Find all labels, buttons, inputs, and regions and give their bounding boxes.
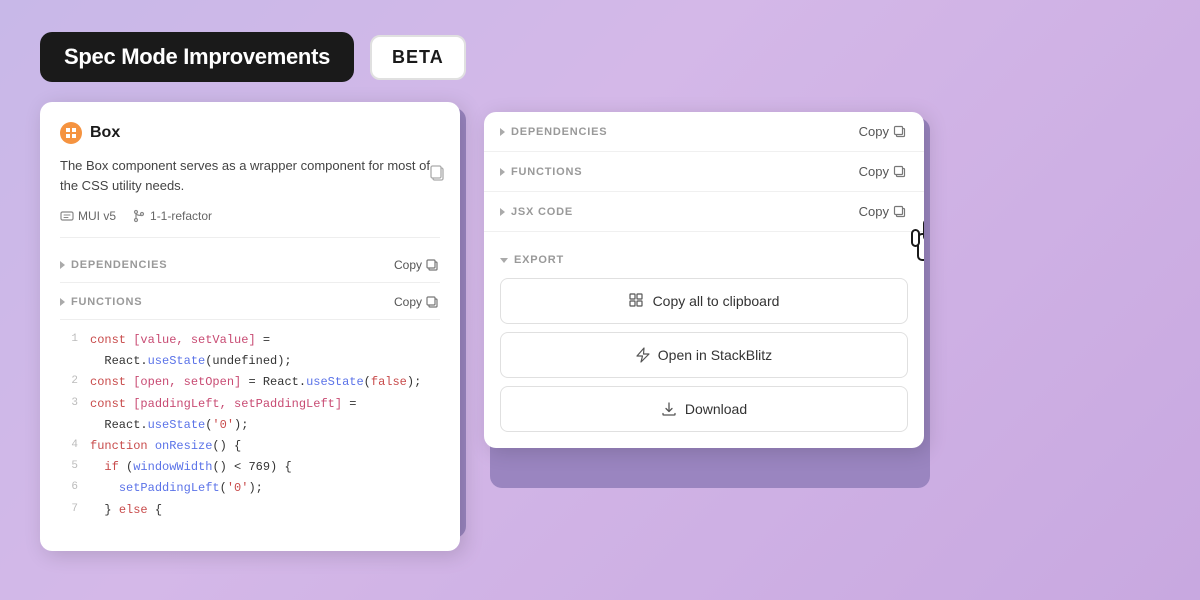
line-number: 1 bbox=[60, 331, 78, 350]
component-name: Box bbox=[90, 124, 120, 142]
export-functions-label: FUNCTIONS bbox=[500, 166, 582, 178]
code-line-1: 1 const [value, setValue] = bbox=[60, 330, 440, 351]
dependencies-label: DEPENDENCIES bbox=[60, 259, 167, 271]
export-fn-collapse-icon bbox=[500, 168, 505, 176]
dependencies-section-header: DEPENDENCIES Copy bbox=[60, 248, 440, 283]
header: Spec Mode Improvements BETA bbox=[0, 0, 1200, 102]
meta-branch: 1-1-refactor bbox=[132, 209, 212, 223]
export-functions-section: FUNCTIONS Copy bbox=[484, 152, 924, 192]
copy-jsx-icon bbox=[893, 204, 908, 219]
grid-icon bbox=[629, 293, 645, 309]
code-line-7: 7 } else { bbox=[60, 500, 440, 521]
component-header: Box bbox=[60, 122, 440, 144]
functions-collapse-icon bbox=[60, 298, 65, 306]
beta-badge: BETA bbox=[370, 35, 466, 80]
version-label: MUI v5 bbox=[78, 209, 116, 223]
export-jsx-collapse-icon bbox=[500, 208, 505, 216]
main-content: Box The Box component serves as a wrappe… bbox=[0, 102, 1200, 551]
copy-all-button[interactable]: Copy all to clipboard bbox=[500, 278, 908, 324]
copy-deps-icon bbox=[893, 124, 908, 139]
code-line-2: 2 const [open, setOpen] = React.useState… bbox=[60, 372, 440, 393]
component-icon bbox=[60, 122, 82, 144]
export-dep-collapse-icon bbox=[500, 128, 505, 136]
branch-label: 1-1-refactor bbox=[150, 209, 212, 223]
stackblitz-label: Open in StackBlitz bbox=[658, 347, 772, 363]
code-line-3b: React.useState('0'); bbox=[60, 415, 440, 436]
lightning-icon bbox=[636, 347, 650, 363]
functions-section-header: FUNCTIONS Copy bbox=[60, 285, 440, 320]
copy-icon bbox=[426, 258, 440, 272]
export-expand-icon bbox=[500, 258, 508, 263]
export-bottom: EXPORT Copy all to clipboard bbox=[484, 232, 924, 448]
functions-copy-icon bbox=[426, 295, 440, 309]
export-section-label: EXPORT bbox=[500, 244, 908, 278]
code-block: 1 const [value, setValue] = React.useSta… bbox=[60, 320, 440, 531]
copy-fn-icon bbox=[893, 164, 908, 179]
export-jsx-label: JSX CODE bbox=[500, 206, 573, 218]
component-meta: MUI v5 1-1-refactor bbox=[60, 209, 440, 238]
meta-version: MUI v5 bbox=[60, 209, 116, 223]
code-line-5: 5 if (windowWidth() < 769) { bbox=[60, 457, 440, 478]
download-icon bbox=[661, 401, 677, 417]
copy-to-clipboard-icon[interactable] bbox=[428, 164, 446, 185]
functions-label: FUNCTIONS bbox=[60, 296, 142, 308]
export-jsx-copy-button[interactable]: Copy bbox=[859, 204, 908, 219]
spec-panel: Box The Box component serves as a wrappe… bbox=[40, 102, 460, 551]
page-title: Spec Mode Improvements bbox=[40, 32, 354, 82]
version-icon bbox=[60, 209, 74, 223]
branch-icon bbox=[132, 209, 146, 223]
stackblitz-button[interactable]: Open in StackBlitz bbox=[500, 332, 908, 378]
export-dependencies-label: DEPENDENCIES bbox=[500, 126, 607, 138]
export-dependencies-section: DEPENDENCIES Copy bbox=[484, 112, 924, 152]
download-button[interactable]: Download bbox=[500, 386, 908, 432]
export-panel: DEPENDENCIES Copy FUNCTIONS Copy bbox=[484, 112, 924, 448]
download-label: Download bbox=[685, 401, 747, 417]
dependencies-collapse-icon bbox=[60, 261, 65, 269]
functions-copy-button[interactable]: Copy bbox=[394, 295, 440, 309]
component-description: The Box component serves as a wrapper co… bbox=[60, 156, 440, 195]
export-functions-copy-button[interactable]: Copy bbox=[859, 164, 908, 179]
code-line-3: 3 const [paddingLeft, setPaddingLeft] = bbox=[60, 394, 440, 415]
code-line-4: 4 function onResize() { bbox=[60, 436, 440, 457]
export-jsx-section: JSX CODE Copy bbox=[484, 192, 924, 232]
code-line-1b: React.useState(undefined); bbox=[60, 351, 440, 372]
code-line-6: 6 setPaddingLeft('0'); bbox=[60, 478, 440, 499]
dependencies-copy-button[interactable]: Copy bbox=[394, 258, 440, 272]
export-dependencies-copy-button[interactable]: Copy bbox=[859, 124, 908, 139]
copy-all-label: Copy all to clipboard bbox=[653, 293, 780, 309]
